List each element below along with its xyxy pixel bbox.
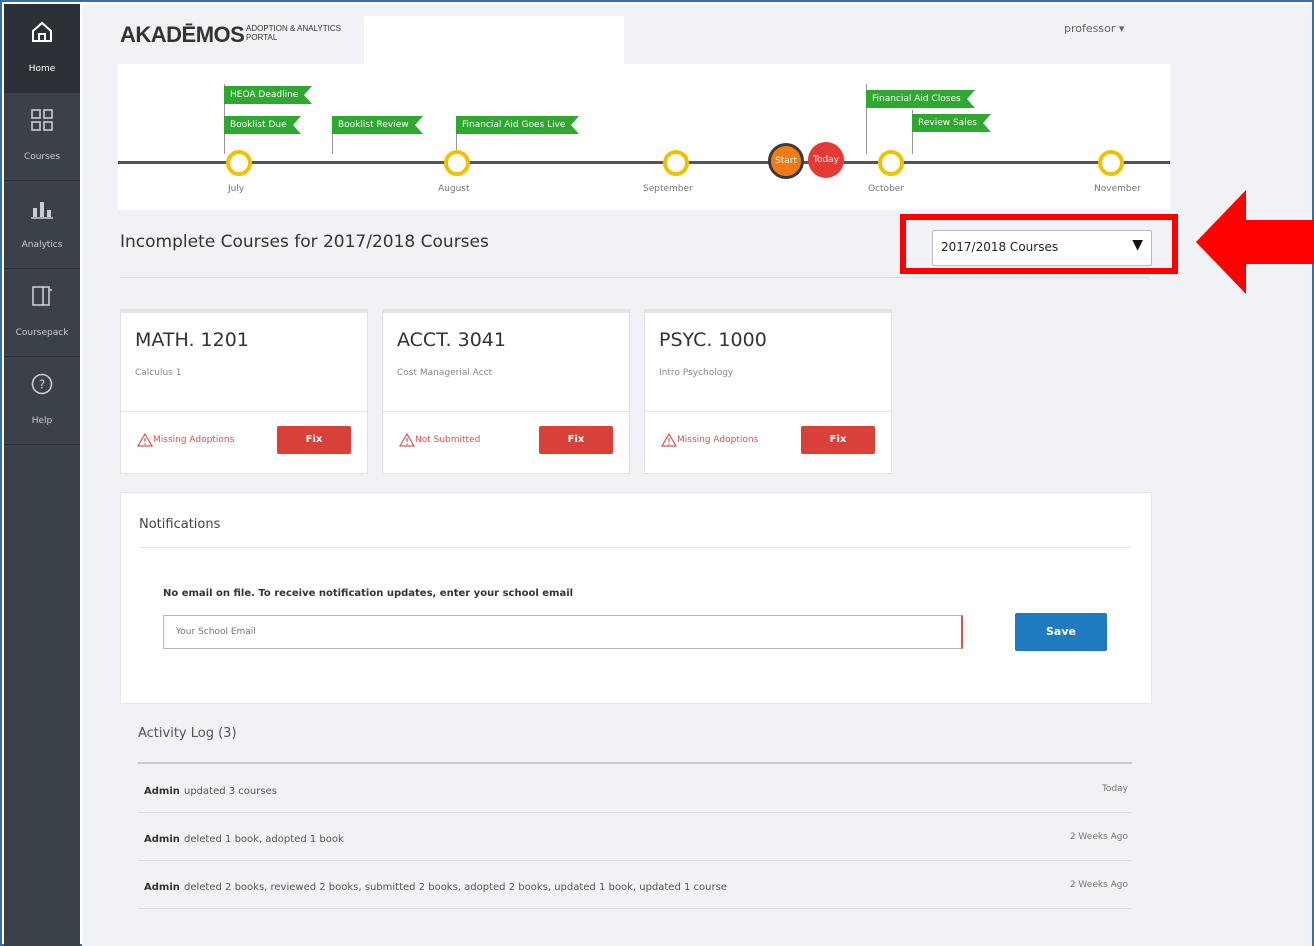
user-menu[interactable]: professor ▾ [1064,22,1124,35]
course-code: MATH. 1201 [135,329,249,351]
sidebar-item-label: Home [28,64,56,74]
notifications-message: No email on file. To receive notificatio… [163,588,574,599]
timeline: HEOA Deadline Booklist Due Booklist Revi… [118,64,1170,210]
activity-actor: Admin [144,882,180,893]
timeline-month-august: August [438,184,470,194]
notifications-title: Notifications [139,517,221,532]
course-status: Missing Adoptions [677,435,759,445]
activity-text: deleted 1 book, adopted 1 book [184,834,344,845]
course-code: ACCT. 3041 [397,329,506,351]
timeline-dot-september[interactable] [663,150,689,176]
red-arrow-icon [1196,190,1314,294]
course-name: Calculus 1 [135,368,182,378]
svg-text:?: ? [39,378,45,392]
activity-log-row: Admin deleted 1 book, adopted 1 book 2 W… [138,814,1132,861]
activity-actor: Admin [144,834,180,845]
timeline-start-marker: Start [768,143,804,179]
activity-time: 2 Weeks Ago [1069,880,1128,890]
course-card-math[interactable]: MATH. 1201 Calculus 1 Missing Adoptions … [120,309,368,474]
timeline-month-october: October [868,184,905,194]
divider [139,547,1131,548]
course-status: Missing Adoptions [153,435,235,445]
timeline-flag-booklist-due[interactable]: Booklist Due [224,116,301,134]
activity-text: deleted 2 books, reviewed 2 books, submi… [184,882,727,893]
divider [120,277,1150,278]
course-card-psyc[interactable]: PSYC. 1000 Intro Psychology Missing Adop… [644,309,892,474]
timeline-flag-heoa[interactable]: HEOA Deadline [224,86,313,104]
timeline-dot-august[interactable] [444,150,470,176]
sidebar-item-label: Help [31,416,53,426]
sidebar-item-courses[interactable]: Courses [4,92,80,181]
fix-button[interactable]: Fix [277,426,351,454]
timeline-flag-review-sales[interactable]: Review Sales [912,114,991,132]
logo-text: AKADĒMOS [120,22,245,47]
timeline-month-july: July [228,184,245,194]
activity-log-row: Admin deleted 2 books, reviewed 2 books,… [138,862,1132,909]
analytics-icon [31,202,53,219]
sidebar: Home Courses Analytics Coursepack ? Help [4,4,80,946]
home-icon [32,21,52,42]
activity-log-row: Admin updated 3 courses Today [138,766,1132,813]
timeline-dot-july[interactable] [226,150,252,176]
page-title: Incomplete Courses for 2017/2018 Courses [120,232,489,252]
header-blank-panel [364,16,624,68]
activity-time: 2 Weeks Ago [1069,832,1128,842]
course-card-acct[interactable]: ACCT. 3041 Cost Managerial Acct Not Subm… [382,309,630,474]
notifications-panel: Notifications No email on file. To recei… [120,492,1152,704]
course-name: Cost Managerial Acct [397,368,493,378]
timeline-dot-october[interactable] [878,150,904,176]
sidebar-item-analytics[interactable]: Analytics [4,180,80,269]
course-status: Not Submitted [415,435,481,445]
sidebar-item-coursepack[interactable]: Coursepack [4,268,80,357]
activity-log-title: Activity Log (3) [138,726,237,741]
card-divider [121,411,367,412]
timeline-dot-november[interactable] [1098,150,1124,176]
save-button[interactable]: Save [1015,613,1107,651]
email-field[interactable] [163,615,963,649]
timeline-today-marker: Today [808,142,844,178]
divider [138,762,1132,764]
sidebar-item-home[interactable]: Home [4,4,80,93]
warning-icon [137,433,153,447]
timeline-axis [118,161,1170,164]
course-name: Intro Psychology [659,368,734,378]
sidebar-item-label: Courses [23,152,61,162]
activity-time: Today [1101,784,1128,794]
activity-text: updated 3 courses [184,786,277,797]
sidebar-item-label: Coursepack [15,328,69,338]
card-divider [383,411,629,412]
page-frame: Home Courses Analytics Coursepack ? Help… [0,0,1314,946]
fix-button[interactable]: Fix [801,426,875,454]
sidebar-item-label: Analytics [21,240,63,250]
card-divider [645,411,891,412]
timeline-flag-financial-aid-closes[interactable]: Financial Aid Closes [866,90,975,108]
help-icon: ? [31,373,53,395]
highlight-box [900,214,1178,274]
timeline-month-november: November [1094,184,1141,194]
sidebar-item-help[interactable]: ? Help [4,356,80,445]
timeline-month-september: September [643,184,693,194]
activity-actor: Admin [144,786,180,797]
fix-button[interactable]: Fix [539,426,613,454]
course-code: PSYC. 1000 [659,329,767,351]
warning-icon [661,433,677,447]
courses-grid-icon [31,109,53,131]
logo-subtitle: ADOPTION & ANALYTICS PORTAL [246,24,341,42]
book-icon [32,286,52,306]
timeline-flag-financial-aid-live[interactable]: Financial Aid Goes Live [456,116,580,134]
warning-icon [399,433,415,447]
timeline-flag-booklist-review[interactable]: Booklist Review [332,116,423,134]
